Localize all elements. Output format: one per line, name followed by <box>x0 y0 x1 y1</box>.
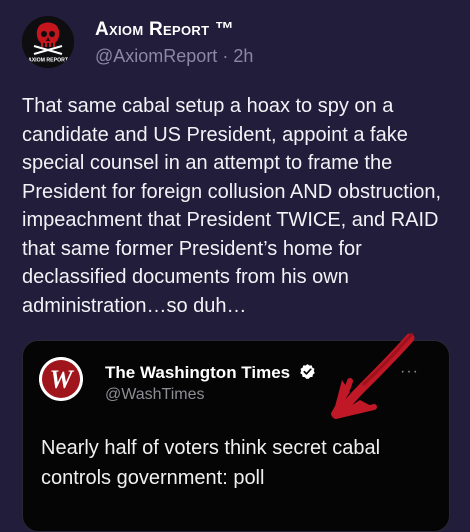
quoted-tweet-card[interactable]: W The Washington Times @WashTimes ··· Ne… <box>22 340 450 532</box>
quoted-author-avatar[interactable]: W <box>39 357 83 401</box>
quoted-display-name[interactable]: The Washington Times <box>105 363 316 383</box>
more-options-icon[interactable]: ··· <box>400 363 419 381</box>
author-avatar[interactable]: AXIOM REPORT <box>22 16 74 68</box>
author-display-name[interactable]: Axiom Report ™ <box>95 19 234 41</box>
verified-badge-icon <box>300 364 315 379</box>
svg-text:W: W <box>49 365 74 394</box>
quoted-display-name-text: The Washington Times <box>105 363 291 382</box>
washington-times-logo-icon: W <box>39 357 83 401</box>
avatar-text: AXIOM REPORT <box>28 58 69 64</box>
axiom-logo-icon: AXIOM REPORT <box>22 16 74 68</box>
quoted-tweet-text: Nearly half of voters think secret cabal… <box>41 437 381 489</box>
separator-dot: · <box>222 46 229 66</box>
tweet-text: That same cabal setup a hoax to spy on a… <box>22 95 442 317</box>
timestamp[interactable]: 2h <box>233 46 253 66</box>
quoted-handle[interactable]: @WashTimes <box>105 386 205 404</box>
author-handle-row: @AxiomReport · 2h <box>95 46 253 67</box>
author-handle[interactable]: @AxiomReport <box>95 46 217 66</box>
